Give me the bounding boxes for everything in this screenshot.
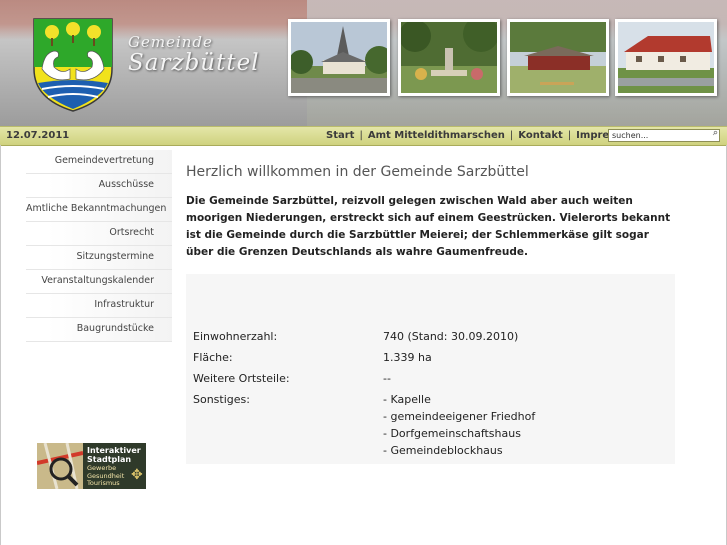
list-item: - gemeindeeigener Friedhof [383, 410, 536, 423]
fact-value: 740 (Stand: 30.09.2010) [383, 330, 519, 343]
stadtplan-categories: Gewerbe Gesundheit Tourismus [87, 464, 124, 488]
stadtplan-title: Interaktiver Stadtplan [87, 446, 141, 464]
list-item: - Gemeindeblockhaus [383, 444, 503, 457]
brand-title: Sarzbüttel [128, 50, 260, 76]
sidebar-item-infrastruktur[interactable]: Infrastruktur [26, 294, 172, 318]
nav-separator: | [509, 130, 514, 141]
sidebar-item-baugrundstuecke[interactable]: Baugrundstücke [26, 318, 172, 342]
stadtplan-line5: Tourismus [87, 479, 120, 487]
fact-value: -- [383, 372, 391, 385]
nav-link-kontakt[interactable]: Kontakt [518, 130, 563, 141]
intro-text: Die Gemeinde Sarzbüttel, reizvoll gelege… [186, 195, 671, 258]
page-title: Herzlich willkommen in der Gemeinde Sarz… [186, 164, 529, 180]
map-thumbnail-icon [37, 443, 83, 489]
compass-icon: ✥ [131, 467, 143, 483]
sidebar-item-veranstaltungskalender[interactable]: Veranstaltungskalender [26, 270, 172, 294]
top-nav-links: Start|Amt Mitteldithmarschen|Kontakt|Imp… [326, 130, 639, 141]
memorial-photo [398, 19, 500, 96]
sidebar-item-bekanntmachungen[interactable]: Amtliche Bekanntmachungen [26, 198, 172, 222]
page-border-left [0, 145, 1, 545]
nav-separator: | [567, 130, 572, 141]
site-header: Gemeinde Sarzbüttel [0, 0, 727, 126]
sidebar-item-gemeindevertretung[interactable]: Gemeindevertretung [26, 150, 172, 174]
fact-label: Fläche: [193, 351, 233, 364]
list-item: - Dorfgemeinschaftshaus [383, 427, 521, 440]
main-content: Herzlich willkommen in der Gemeinde Sarz… [186, 160, 676, 272]
nav-link-start[interactable]: Start [326, 130, 354, 141]
fact-value: 1.339 ha [383, 351, 432, 364]
site-brand[interactable]: Gemeinde Sarzbüttel [128, 33, 260, 76]
list-item: - Kapelle [383, 393, 431, 406]
farmhouse-photo [615, 19, 717, 96]
search-input[interactable] [608, 129, 720, 142]
sonstiges-label: Sonstiges: [193, 393, 250, 406]
sonstiges-list: - Kapelle - gemeindeeigener Friedhof - D… [383, 393, 535, 461]
fact-label: Einwohnerzahl: [193, 330, 278, 343]
sidebar-menu: Gemeindevertretung Ausschüsse Amtliche B… [26, 150, 172, 342]
sidebar-item-sitzungstermine[interactable]: Sitzungstermine [26, 246, 172, 270]
stadtplan-line2: Stadtplan [87, 455, 132, 464]
sidebar-item-ausschuesse[interactable]: Ausschüsse [26, 174, 172, 198]
sidebar-item-ortsrecht[interactable]: Ortsrecht [26, 222, 172, 246]
interactive-city-map-banner[interactable]: Interaktiver Stadtplan Gewerbe Gesundhei… [37, 443, 146, 489]
stadtplan-line1: Interaktiver [87, 446, 141, 455]
coat-of-arms-icon[interactable] [32, 17, 114, 113]
barn-photo [507, 19, 609, 96]
brand-small: Gemeinde [128, 33, 213, 51]
church-photo [288, 19, 390, 96]
nav-separator: | [359, 130, 363, 141]
fact-label: Weitere Ortsteile: [193, 372, 290, 385]
top-nav-bar: 12.07.2011 Start | Amt Mitteldithmarschen |… [0, 126, 727, 146]
nav-link-amt[interactable]: Amt Mitteldithmarschen [368, 130, 505, 141]
current-date: 12.07.2011 [6, 130, 70, 141]
search-icon[interactable]: ⌕ [713, 128, 718, 138]
